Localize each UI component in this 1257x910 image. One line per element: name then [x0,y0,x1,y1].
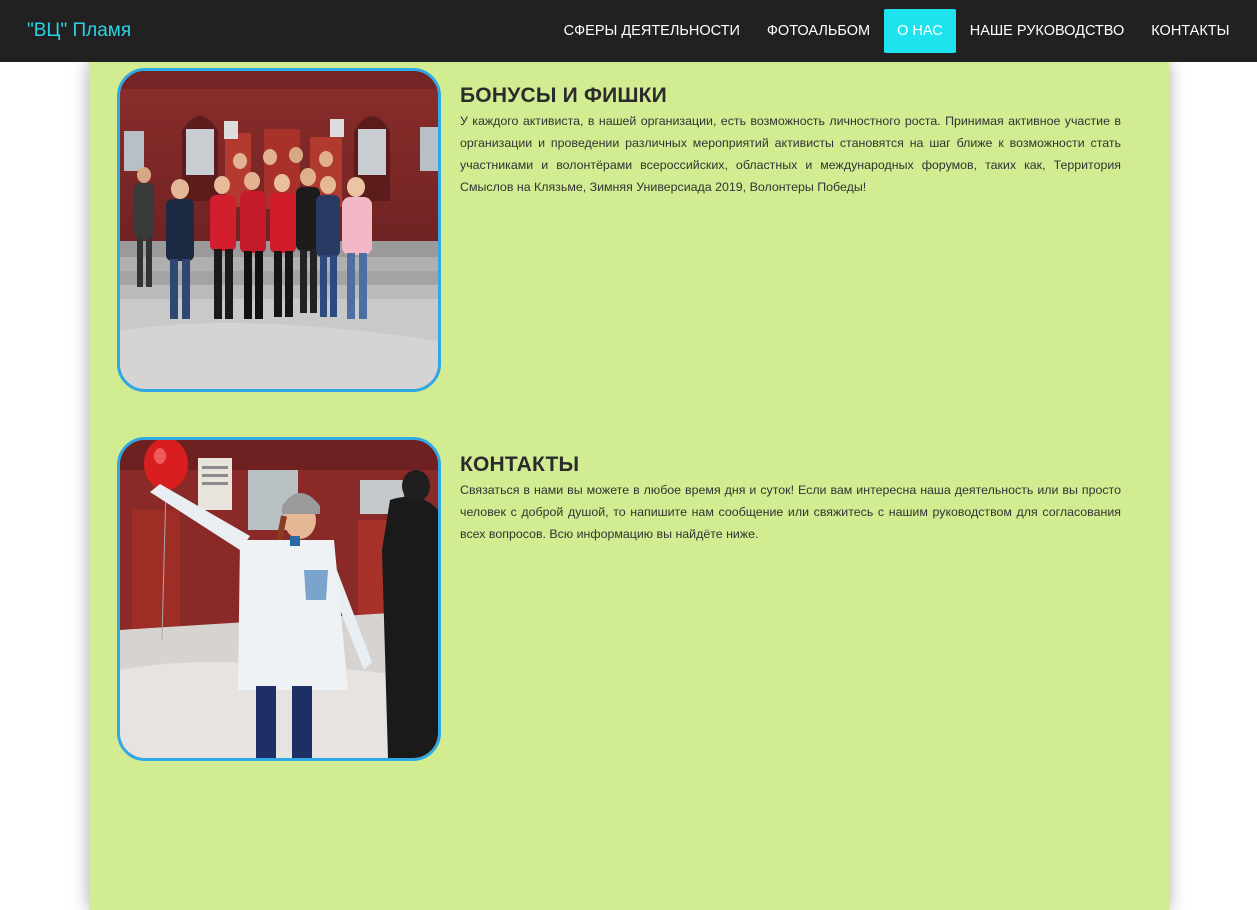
nav-item-contacts[interactable]: КОНТАКТЫ [1138,9,1243,53]
volunteer-photo [117,437,441,761]
section-title: КОНТАКТЫ [460,453,580,476]
group-photo-image [120,71,438,389]
nav-menu: СФЕРЫ ДЕЯТЕЛЬНОСТИ ФОТОАЛЬБОМ О НАС НАШЕ… [550,9,1243,53]
group-photo [117,68,441,392]
top-navbar: "ВЦ" Пламя СФЕРЫ ДЕЯТЕЛЬНОСТИ ФОТОАЛЬБОМ… [0,0,1257,62]
nav-item-about[interactable]: О НАС [883,9,957,53]
nav-item-photoalbum[interactable]: ФОТОАЛЬБОМ [753,9,883,53]
section-text: У каждого активиста, в нашей организации… [460,114,1121,194]
volunteer-photo-image [120,440,438,758]
main-content-panel: БОНУСЫ И ФИШКИ У каждого активиста, в на… [89,62,1169,910]
section-title: БОНУСЫ И ФИШКИ [460,84,667,107]
nav-item-spheres[interactable]: СФЕРЫ ДЕЯТЕЛЬНОСТИ [550,9,753,53]
nav-item-leadership[interactable]: НАШЕ РУКОВОДСТВО [956,9,1138,53]
brand-logo-link[interactable]: "ВЦ" Пламя [27,20,131,42]
section-text: Связаться в нами вы можете в любое время… [460,483,1121,541]
